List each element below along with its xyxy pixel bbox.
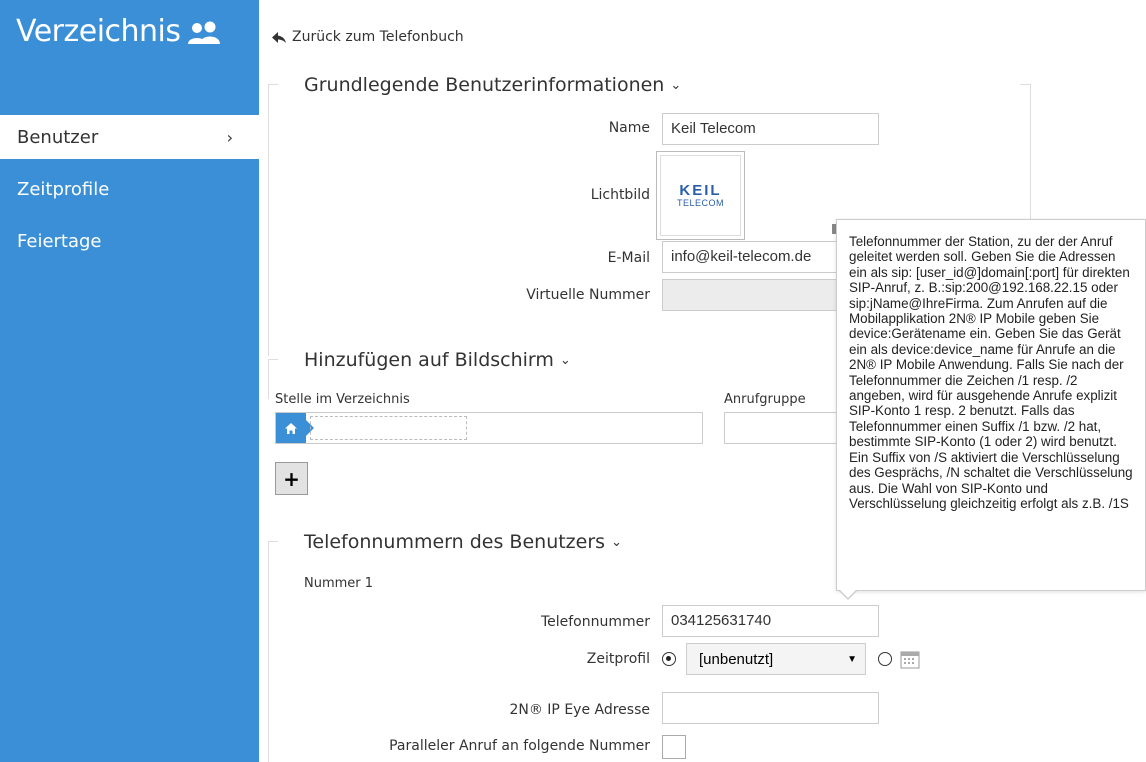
sidebar-item-label: Zeitprofile <box>17 178 110 200</box>
section-frame-basic-right <box>1030 84 1031 224</box>
section-frame-basic <box>268 84 269 356</box>
section-frame-screen <box>268 359 269 399</box>
frame-corner <box>268 359 278 360</box>
calendar-icon[interactable] <box>900 649 920 669</box>
drop-slot[interactable] <box>310 416 467 440</box>
virtual-number-label: Virtuelle Nummer <box>526 287 650 303</box>
photo-upload[interactable]: KEIL TELECOM <box>656 151 745 240</box>
parallel-call-label: Paralleler Anruf an folgende Nummer <box>389 738 650 754</box>
home-crumb[interactable] <box>276 413 314 443</box>
back-link-text: Zurück zum Telefonbuch <box>292 29 464 45</box>
tooltip-text: Telefonnummer der Station, zu der der An… <box>849 234 1133 511</box>
name-label: Name <box>608 120 650 136</box>
section-title-phones[interactable]: Telefonnummern des Benutzers ⌄ <box>304 531 622 553</box>
timeprofile-radio-calendar[interactable] <box>878 652 892 666</box>
dropdown-arrow-icon: ▼ <box>847 653 857 665</box>
parallel-call-checkbox[interactable] <box>662 735 686 759</box>
timeprofile-label: Zeitprofil <box>586 651 650 667</box>
users-icon <box>187 21 220 44</box>
logo-keil: KEIL <box>679 181 722 199</box>
phone-input[interactable]: 034125631740 <box>662 605 879 637</box>
chevron-right-icon: › <box>226 127 233 147</box>
app-title-text: Verzeichnis <box>16 14 181 49</box>
timeprofile-radio-select[interactable] <box>662 652 676 666</box>
app-title: Verzeichnis <box>16 14 221 49</box>
timeprofile-value: [unbenutzt] <box>699 650 774 668</box>
eye-address-label: 2N® IP Eye Adresse <box>509 702 650 718</box>
sidebar-item-benutzer[interactable]: Benutzer › <box>0 115 259 159</box>
number-heading: Nummer 1 <box>304 576 374 591</box>
add-button[interactable]: + <box>275 462 308 495</box>
call-group-input[interactable] <box>724 412 839 444</box>
section-frame-phones <box>268 541 269 762</box>
phone-label: Telefonnummer <box>540 614 650 630</box>
email-label: E-Mail <box>607 250 650 266</box>
frame-corner <box>268 541 278 542</box>
section-title-text: Telefonnummern des Benutzers <box>304 531 606 553</box>
sidebar-item-label: Benutzer <box>17 126 99 148</box>
call-group-label: Anrufgruppe <box>724 392 806 407</box>
back-link[interactable]: Zurück zum Telefonbuch <box>272 29 464 45</box>
frame-corner <box>1020 84 1030 85</box>
chevron-down-icon: ⌄ <box>559 353 571 368</box>
back-arrow-icon <box>272 31 286 43</box>
logo-telecom: TELECOM <box>676 197 724 208</box>
chevron-down-icon: ⌄ <box>611 535 622 550</box>
photo-preview: KEIL TELECOM <box>660 155 741 236</box>
name-input[interactable]: Keil Telecom <box>662 113 879 145</box>
section-title-text: Grundlegende Benutzerinformationen <box>304 74 665 96</box>
timeprofile-select[interactable]: [unbenutzt] ▼ <box>686 643 866 675</box>
chevron-down-icon: ⌄ <box>670 78 682 93</box>
phone-help-tooltip: Telefonnummer der Station, zu der der An… <box>836 219 1146 591</box>
section-title-screen[interactable]: Hinzufügen auf Bildschirm ⌄ <box>304 349 571 371</box>
sidebar-item-label: Feiertage <box>17 230 102 252</box>
section-title-basic[interactable]: Grundlegende Benutzerinformationen ⌄ <box>304 74 681 96</box>
section-title-text: Hinzufügen auf Bildschirm <box>304 349 554 371</box>
sidebar-nav: Benutzer › Zeitprofile Feiertage <box>0 115 259 271</box>
sidebar: Verzeichnis Benutzer › Zeitprofile Feier… <box>0 0 259 762</box>
directory-path-field[interactable] <box>275 412 703 444</box>
position-label: Stelle im Verzeichnis <box>275 392 410 407</box>
sidebar-item-zeitprofile[interactable]: Zeitprofile <box>0 167 259 211</box>
eye-address-input[interactable] <box>662 692 879 724</box>
photo-label: Lichtbild <box>590 187 650 203</box>
timeprofile-control: [unbenutzt] ▼ <box>662 643 920 675</box>
frame-corner <box>268 84 278 85</box>
home-icon <box>285 422 297 434</box>
sidebar-item-feiertage[interactable]: Feiertage <box>0 219 259 263</box>
tooltip-arrow-inner <box>839 589 857 598</box>
